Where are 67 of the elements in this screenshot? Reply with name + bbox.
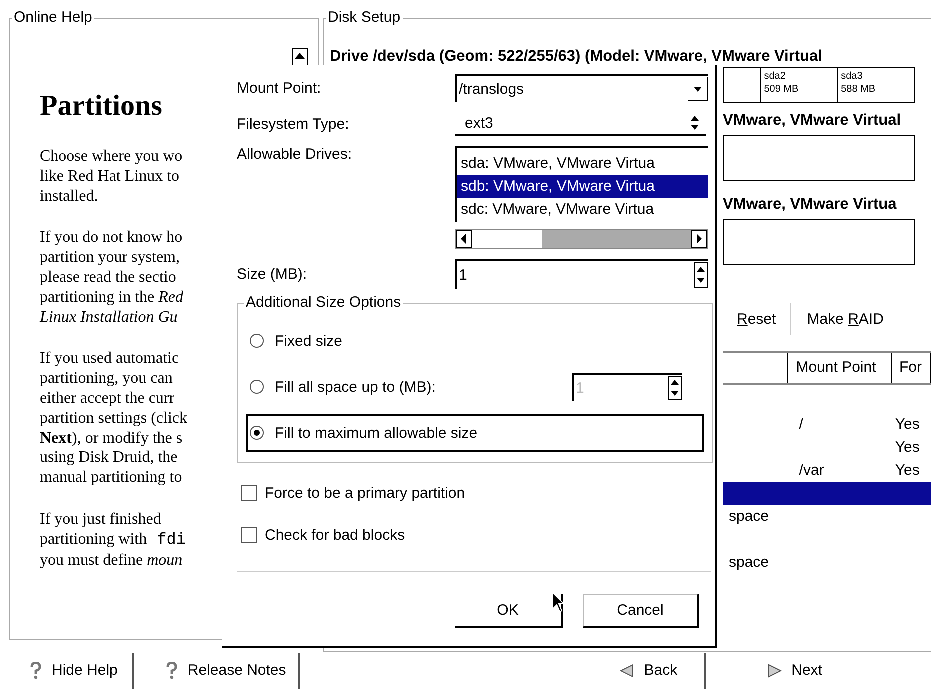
partition-block[interactable]: sda2 509 MB	[760, 68, 838, 102]
ok-button[interactable]: OK	[455, 594, 563, 628]
field-label: Size (MB):	[237, 266, 308, 282]
radio-button[interactable]	[249, 333, 265, 349]
panel-title: Disk Setup	[326, 9, 403, 27]
help-text-line: like Red Hat Linux to	[40, 166, 180, 187]
drive-heading: Drive /dev/sda (Geom: 522/255/63) (Model: VMware, VMware Virtual	[330, 47, 824, 67]
help-text-line: either accept the curr	[40, 388, 175, 409]
drive-heading: VMware, VMware Virtua	[723, 195, 898, 215]
table-cell: Yes	[895, 416, 920, 433]
help-text-line: manual partitioning to	[40, 468, 182, 488]
drive-heading: VMware, VMware Virtual	[723, 111, 902, 131]
help-text-line: If you just finished	[40, 510, 162, 530]
left-triangle-icon	[620, 664, 634, 678]
radio-button[interactable]	[249, 379, 265, 395]
radio-label[interactable]: Fill to maximum allowable size	[275, 424, 478, 442]
table-cell: Yes	[895, 462, 920, 479]
help-text-line: Choose where you wo	[40, 147, 183, 167]
question-mark-icon	[30, 662, 42, 680]
field-label: Mount Point:	[237, 80, 322, 96]
column-header[interactable]: Mount Point	[788, 353, 892, 383]
checkbox[interactable]	[241, 485, 257, 501]
up-down-arrows-icon	[688, 114, 702, 132]
help-text-line: partitioning, you can	[40, 369, 173, 389]
question-mark-icon	[166, 662, 178, 680]
table-cell: space	[729, 554, 770, 571]
radio-label[interactable]: Fill all space up to (MB):	[275, 378, 436, 396]
filesystem-type-menu[interactable]: ext3	[455, 112, 706, 136]
checkbox[interactable]	[241, 527, 257, 543]
table-cell: /var	[799, 462, 824, 479]
table-cell: space	[729, 508, 770, 525]
column-header[interactable]: For	[892, 353, 931, 383]
checkbox-label[interactable]: Check for bad blocks	[265, 526, 406, 544]
help-text-line: please read the sectio	[40, 268, 176, 288]
right-triangle-icon	[768, 664, 782, 678]
size-spin-field[interactable]: 1	[455, 259, 708, 289]
horizontal-scrollbar[interactable]	[455, 229, 708, 249]
panel-title: Online Help	[12, 9, 94, 27]
help-text-line: partitioning in the Red	[40, 288, 184, 308]
help-text-line: partitioning with fdi	[40, 530, 186, 551]
table-cell: Yes	[895, 439, 920, 456]
cancel-button[interactable]: Cancel	[583, 594, 699, 628]
table-cell: /	[799, 416, 804, 433]
help-text-line: using Disk Druid, the	[40, 448, 178, 468]
radio-label[interactable]: Fixed size	[275, 332, 343, 350]
radio-button[interactable]	[249, 425, 265, 441]
field-label: Filesystem Type:	[237, 116, 350, 132]
dropdown-arrow-icon[interactable]	[688, 77, 708, 101]
partition-block[interactable]: sda3 588 MB	[837, 68, 914, 102]
mouse-pointer-icon	[552, 592, 566, 614]
drive-list-item[interactable]: sdb: VMware, VMware Virtua	[457, 175, 708, 198]
help-text-line: partition settings (click	[40, 408, 188, 429]
help-text-line: installed.	[40, 186, 98, 206]
spin-arrows-icon[interactable]	[694, 262, 708, 288]
help-text-line: you must define moun	[40, 550, 183, 570]
group-title: Additional Size Options	[244, 294, 404, 312]
help-text-line: Linux Installation Gu	[40, 308, 178, 328]
help-text-line: If you used automatic	[40, 349, 180, 370]
drive-list-item[interactable]: sda: VMware, VMware Virtua	[457, 152, 708, 175]
checkbox-label[interactable]: Force to be a primary partition	[265, 484, 466, 502]
help-heading: Partitions	[40, 89, 164, 123]
help-text-line: If you do not know ho	[40, 228, 183, 248]
mount-point-combo[interactable]: /translogs	[455, 74, 708, 102]
help-text-line: partition your system,	[40, 248, 180, 268]
help-text-line: Next), or modify the s	[40, 428, 183, 448]
drive-list-item[interactable]: sdc: VMware, VMware Virtua	[457, 198, 708, 221]
field-label: Allowable Drives:	[237, 146, 354, 163]
